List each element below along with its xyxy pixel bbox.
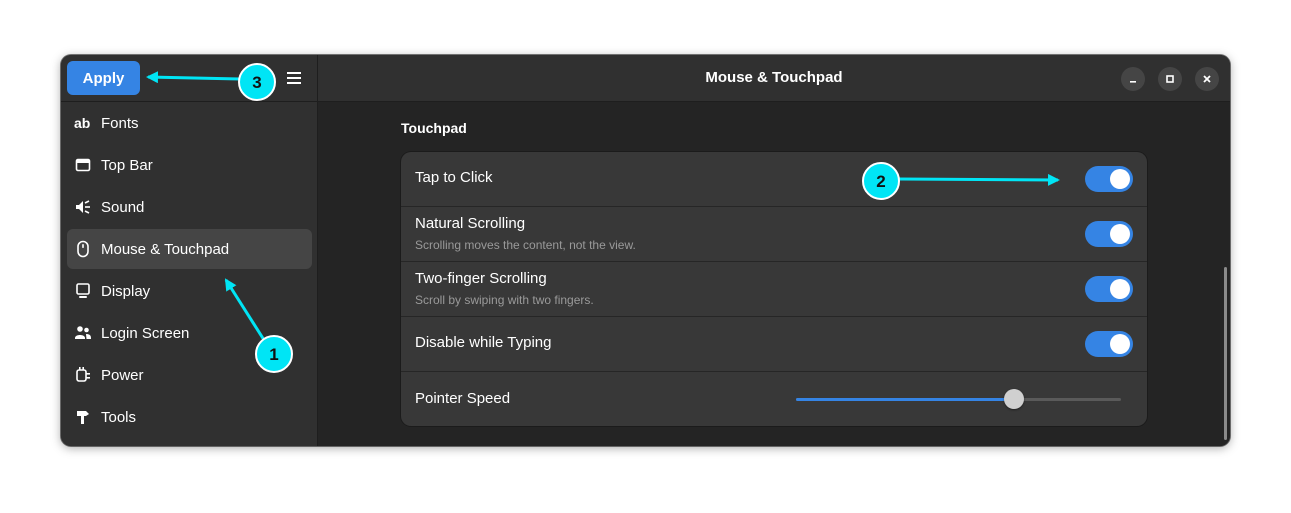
touchpad-settings-card: Tap to Click Natural Scrolling Scrolling… — [401, 152, 1147, 426]
apply-button[interactable]: Apply — [67, 61, 140, 95]
close-icon — [1203, 75, 1211, 83]
main-headerbar: Mouse & Touchpad — [318, 55, 1230, 102]
two-finger-scrolling-row[interactable]: Two-finger Scrolling Scroll by swiping w… — [401, 262, 1147, 317]
minimize-button[interactable] — [1121, 67, 1145, 91]
app-window: Apply ab Fonts Top Bar Sound Mouse & Tou… — [61, 55, 1230, 446]
two-finger-scrolling-switch[interactable] — [1085, 276, 1133, 302]
sidebar-item-label: Mouse & Touchpad — [101, 240, 230, 258]
sidebar-item-label: Fonts — [101, 114, 139, 132]
switch-knob — [1110, 279, 1130, 299]
minimize-icon — [1130, 81, 1136, 83]
sidebar-item-login-screen[interactable]: Login Screen — [67, 313, 312, 353]
sidebar-item-label: Sound — [101, 198, 145, 216]
main-menu-button[interactable] — [283, 67, 305, 89]
main-content: Mouse & Touchpad Touchpad Tap to Click N… — [318, 55, 1230, 446]
display-icon — [74, 282, 92, 300]
fonts-icon: ab — [74, 114, 92, 132]
natural-scrolling-switch[interactable] — [1085, 221, 1133, 247]
row-label: Natural Scrolling — [415, 215, 526, 232]
disable-while-typing-row[interactable]: Disable while Typing — [401, 317, 1147, 372]
switch-knob — [1110, 224, 1130, 244]
switch-knob — [1110, 334, 1130, 354]
users-icon — [74, 324, 92, 342]
disable-while-typing-switch[interactable] — [1085, 331, 1133, 357]
maximize-button[interactable] — [1158, 67, 1182, 91]
natural-scrolling-row[interactable]: Natural Scrolling Scrolling moves the co… — [401, 207, 1147, 262]
sidebar-item-label: Display — [101, 282, 151, 300]
pointer-speed-slider[interactable] — [796, 389, 1121, 409]
pointer-speed-row: Pointer Speed — [401, 372, 1147, 426]
slider-fill — [796, 398, 1014, 401]
row-label: Two-finger Scrolling — [415, 270, 547, 287]
sidebar-item-sound[interactable]: Sound — [67, 187, 312, 227]
row-subtitle: Scrolling moves the content, not the vie… — [415, 238, 636, 252]
sidebar-headerbar: Apply — [61, 55, 317, 102]
sidebar-item-label: Tools — [101, 408, 137, 426]
mouse-icon — [74, 240, 92, 258]
row-label: Tap to Click — [415, 169, 493, 186]
content-scrollbar[interactable] — [1224, 267, 1227, 440]
tools-icon — [74, 408, 92, 426]
power-plug-icon — [74, 366, 92, 384]
sidebar: Apply ab Fonts Top Bar Sound Mouse & Tou… — [61, 55, 318, 446]
sidebar-item-label: Login Screen — [101, 324, 190, 342]
tap-to-click-switch[interactable] — [1085, 166, 1133, 192]
row-subtitle: Scroll by swiping with two fingers. — [415, 293, 594, 307]
sidebar-item-fonts[interactable]: ab Fonts — [67, 103, 312, 143]
row-label: Disable while Typing — [415, 334, 552, 351]
sidebar-item-power[interactable]: Power — [67, 355, 312, 395]
switch-knob — [1110, 169, 1130, 189]
maximize-icon — [1166, 75, 1174, 83]
tap-to-click-row[interactable]: Tap to Click — [401, 152, 1147, 207]
section-title: Touchpad — [401, 120, 467, 136]
svg-text:ab: ab — [74, 115, 90, 131]
window-title: Mouse & Touchpad — [705, 69, 843, 86]
row-label: Pointer Speed — [415, 390, 511, 407]
close-button[interactable] — [1195, 67, 1219, 91]
slider-handle[interactable] — [1003, 389, 1024, 409]
sidebar-item-mouse-touchpad[interactable]: Mouse & Touchpad — [67, 229, 312, 269]
sidebar-item-tools[interactable]: Tools — [67, 397, 312, 437]
sound-icon — [74, 198, 92, 216]
sidebar-item-label: Power — [101, 366, 144, 384]
sidebar-item-display[interactable]: Display — [67, 271, 312, 311]
hamburger-menu-icon — [287, 72, 301, 84]
top-bar-icon — [74, 156, 92, 174]
sidebar-item-label: Top Bar — [101, 156, 153, 174]
sidebar-item-top-bar[interactable]: Top Bar — [67, 145, 312, 185]
